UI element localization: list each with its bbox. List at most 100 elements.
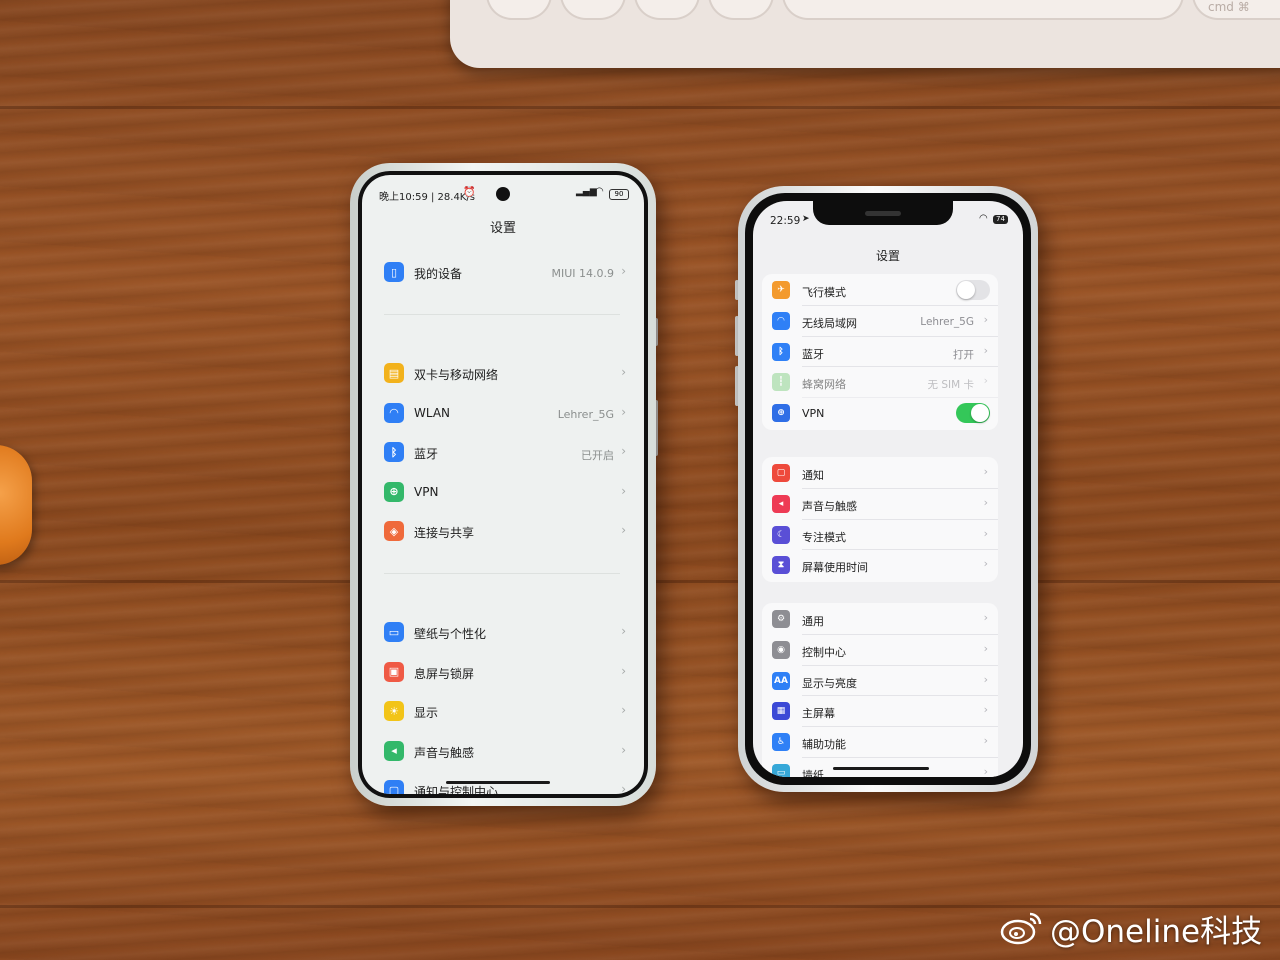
settings-row-label: 通用 bbox=[802, 615, 824, 628]
chevron-right-icon: › bbox=[621, 782, 626, 794]
bluetooth-icon: ᛒ bbox=[384, 442, 404, 463]
text-size-icon: AA bbox=[772, 671, 790, 690]
iphone-status-time: 22:59 bbox=[770, 215, 801, 227]
weibo-watermark: @Oneline科技 bbox=[1000, 906, 1262, 950]
settings-row-bluetooth[interactable]: ᛒ 蓝牙 打开 › bbox=[762, 337, 998, 368]
settings-row-label: 墙纸 bbox=[802, 769, 824, 777]
settings-row-wifi[interactable]: ◠ 无线局域网 Lehrer_5G › bbox=[762, 306, 998, 337]
settings-row-wallpaper[interactable]: ▭ 壁纸与个性化 › bbox=[362, 617, 644, 649]
settings-row-label: VPN bbox=[802, 407, 825, 421]
vpn-toggle[interactable] bbox=[956, 403, 990, 424]
notification-icon: ▢ bbox=[772, 464, 790, 482]
settings-row-value: 已开启 bbox=[581, 449, 614, 463]
wifi-icon: ◠ bbox=[384, 402, 404, 423]
settings-group: ⚙ 通用 › ◉ 控制中心 › AA 显示与亮度 › ▦ 主屏幕 › ♿ 辅助功能 › ▭ 墙纸 › bbox=[762, 603, 998, 777]
airplane-mode-toggle[interactable] bbox=[956, 280, 990, 300]
alarm-icon: ⏰ bbox=[463, 187, 476, 198]
chevron-right-icon: › bbox=[983, 557, 988, 571]
home-indicator[interactable] bbox=[833, 767, 929, 770]
iphone-display: 22:59 ➤ ◠ 74 设置 ✈ 飞行模式 ◠ 无线局域网 Lehrer_5G › ᛒ 蓝牙… bbox=[753, 201, 1023, 777]
chevron-right-icon: › bbox=[621, 365, 626, 380]
vpn-icon: ⊕ bbox=[384, 481, 404, 502]
chevron-right-icon: › bbox=[983, 672, 988, 686]
settings-row-bluetooth[interactable]: ᛒ 蓝牙 已开启 › bbox=[362, 437, 644, 469]
sound-icon: ◂ bbox=[384, 740, 404, 761]
settings-row-label: 我的设备 bbox=[414, 267, 463, 281]
chevron-right-icon: › bbox=[983, 641, 988, 655]
speaker-grille bbox=[865, 211, 901, 216]
settings-row-label: 飞行模式 bbox=[802, 286, 846, 299]
keyboard bbox=[450, 0, 1280, 68]
chevron-right-icon: › bbox=[621, 444, 626, 459]
chevron-right-icon: › bbox=[621, 703, 626, 718]
wifi-icon: ◠ bbox=[772, 311, 790, 330]
settings-row-hourglass[interactable]: ⧗ 屏幕使用时间 › bbox=[762, 550, 998, 581]
keyboard-key bbox=[634, 0, 700, 20]
settings-row-sound[interactable]: ◂ 声音与触感 › bbox=[762, 489, 998, 520]
wallpaper-icon: ▭ bbox=[384, 622, 404, 643]
keyboard-key bbox=[486, 0, 552, 20]
keyboard-key bbox=[708, 0, 774, 20]
control-center-icon: ◉ bbox=[772, 640, 790, 659]
settings-row-share[interactable]: ◈ 连接与共享 › bbox=[362, 516, 644, 548]
chevron-right-icon: › bbox=[621, 404, 626, 419]
settings-row-label: 无线局域网 bbox=[802, 316, 857, 330]
chevron-right-icon: › bbox=[983, 374, 988, 388]
chevron-right-icon: › bbox=[621, 624, 626, 639]
settings-row-label: WLAN bbox=[414, 405, 451, 420]
settings-row-cellular[interactable]: ┇ 蜂窝网络 无 SIM 卡 › bbox=[762, 367, 998, 399]
settings-row-control-center[interactable]: ◉ 控制中心 › bbox=[762, 635, 998, 666]
settings-row-notification[interactable]: ▢ 通知与控制中心 › bbox=[362, 775, 644, 794]
settings-row-label: 通知与控制中心 bbox=[414, 785, 499, 794]
wifi-icon: ◠ bbox=[979, 213, 988, 224]
watermark-text: @Oneline科技 bbox=[1050, 913, 1263, 950]
settings-row-sim[interactable]: ▤ 双卡与移动网络 › bbox=[362, 358, 644, 390]
location-arrow-icon: ➤ bbox=[802, 214, 810, 224]
display-icon: ☀ bbox=[384, 701, 404, 722]
home-indicator[interactable] bbox=[446, 781, 550, 784]
chevron-right-icon: › bbox=[621, 663, 626, 678]
settings-row-label: 息屏与锁屏 bbox=[414, 666, 475, 681]
chevron-right-icon: › bbox=[621, 742, 626, 757]
settings-row-value: MIUI 14.0.9 bbox=[551, 267, 614, 280]
settings-row-vpn[interactable]: ⊕ VPN bbox=[762, 398, 998, 429]
settings-row-device[interactable]: ▯ 我的设备 MIUI 14.0.9 › bbox=[362, 257, 644, 289]
cellular-icon: ┇ bbox=[772, 373, 790, 392]
wood-seam bbox=[0, 106, 1280, 109]
settings-row-text-size[interactable]: AA 显示与亮度 › bbox=[762, 666, 998, 697]
settings-row-accessibility[interactable]: ♿ 辅助功能 › bbox=[762, 727, 998, 758]
settings-row-notification[interactable]: ▢ 通知 › bbox=[762, 458, 998, 489]
settings-row-label: 壁纸与个性化 bbox=[414, 627, 487, 642]
toggle-knob bbox=[971, 404, 989, 423]
settings-row-display[interactable]: ☀ 显示 › bbox=[362, 696, 644, 728]
settings-row-label: 蓝牙 bbox=[802, 347, 824, 361]
iphone: 22:59 ➤ ◠ 74 设置 ✈ 飞行模式 ◠ 无线局域网 Lehrer_5G › ᛒ 蓝牙… bbox=[738, 186, 1038, 792]
lock-icon: ▣ bbox=[384, 661, 404, 682]
settings-row-sound[interactable]: ◂ 声音与触感 › bbox=[362, 736, 644, 768]
battery-icon: 90 bbox=[609, 189, 629, 200]
chevron-right-icon: › bbox=[983, 611, 988, 624]
section-divider bbox=[384, 573, 620, 575]
chevron-right-icon: › bbox=[983, 703, 988, 717]
settings-row-value: Lehrer_5G bbox=[920, 315, 974, 328]
settings-row-value: Lehrer_5G bbox=[557, 407, 614, 421]
signal-icon: ▂▄▆ bbox=[576, 187, 597, 197]
chevron-right-icon: › bbox=[621, 523, 626, 537]
xiaomi-display: 晚上10:59 | 28.4K/s ⏰ ▂▄▆ ◠ 90 设置 ▯ 我的设备 MIU… bbox=[362, 175, 644, 794]
settings-row-moon[interactable]: ☾ 专注模式 › bbox=[762, 520, 998, 551]
settings-group: ▢ 通知 › ◂ 声音与触感 › ☾ 专注模式 › ⧗ 屏幕使用时间 › bbox=[762, 457, 998, 583]
settings-row-airplane[interactable]: ✈ 飞行模式 bbox=[762, 275, 998, 306]
gear-icon: ⚙ bbox=[772, 610, 790, 628]
settings-row-home-grid[interactable]: ▦ 主屏幕 › bbox=[762, 696, 998, 728]
settings-row-gear[interactable]: ⚙ 通用 › bbox=[762, 604, 998, 635]
settings-row-value: 无 SIM 卡 bbox=[927, 379, 975, 392]
settings-row-wifi[interactable]: ◠ WLAN Lehrer_5G › bbox=[362, 398, 644, 430]
settings-row-label: 主屏幕 bbox=[802, 707, 835, 721]
settings-row-lock[interactable]: ▣ 息屏与锁屏 › bbox=[362, 657, 644, 689]
settings-row-label: 声音与触感 bbox=[414, 745, 475, 760]
front-camera-icon bbox=[496, 187, 510, 201]
settings-row-label: 显示 bbox=[414, 706, 439, 721]
accessibility-icon: ♿ bbox=[772, 733, 790, 752]
settings-row-label: 双卡与移动网络 bbox=[414, 368, 499, 383]
settings-row-vpn[interactable]: ⊕ VPN › bbox=[362, 477, 644, 509]
